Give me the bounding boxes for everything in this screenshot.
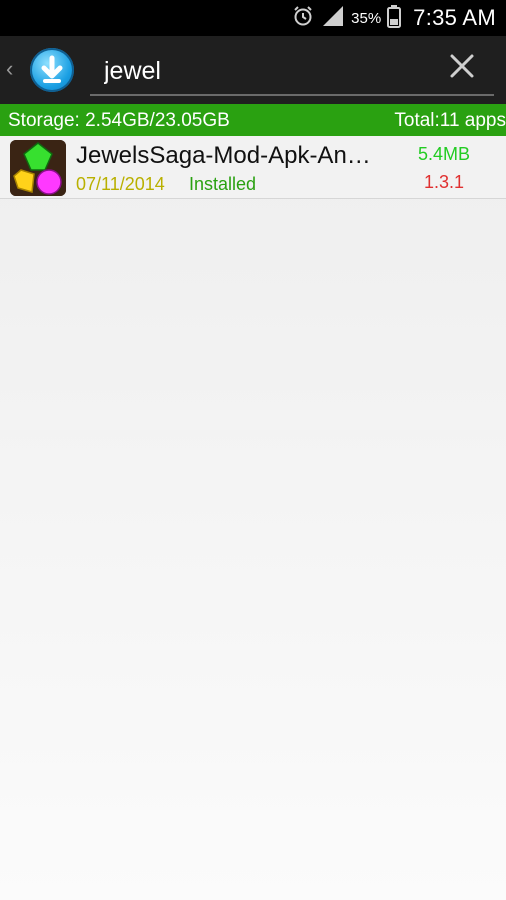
search-field[interactable] (90, 44, 494, 96)
total-apps-text: Total:11 apps (394, 110, 506, 131)
download-icon (41, 55, 63, 83)
app-version: 1.3.1 (423, 172, 464, 192)
status-bar-icons: 35% 7:35 AM (291, 0, 496, 36)
app-date: 07/11/2014 (76, 174, 165, 194)
app-icon-thumbnail (10, 140, 66, 196)
app-name: JewelsSaga-Mod-Apk-An… (76, 142, 371, 169)
battery-icon (387, 4, 402, 32)
app-install-status: Installed (189, 174, 257, 194)
close-icon (450, 54, 474, 78)
storage-summary-bar: Storage: 2.54GB/23.05GB Total:11 apps (0, 104, 506, 136)
signal-icon (321, 4, 345, 32)
clock: 7:35 AM (413, 5, 496, 30)
app-icon[interactable] (30, 48, 74, 92)
clear-search-button[interactable] (442, 46, 482, 86)
jewel-icon (10, 140, 66, 196)
status-bar: 35% 7:35 AM (0, 0, 506, 36)
toolbar: ‹ (0, 36, 506, 104)
battery-percent: 35% (351, 9, 382, 27)
app-size: 5.4MB (417, 144, 470, 164)
list-item[interactable]: JewelsSaga-Mod-Apk-An… 07/11/2014 Instal… (0, 136, 506, 199)
back-chevron-icon[interactable]: ‹ (6, 56, 13, 82)
search-input[interactable] (102, 54, 436, 88)
alarm-icon (291, 4, 315, 32)
storage-usage-text: Storage: 2.54GB/23.05GB (8, 110, 230, 131)
